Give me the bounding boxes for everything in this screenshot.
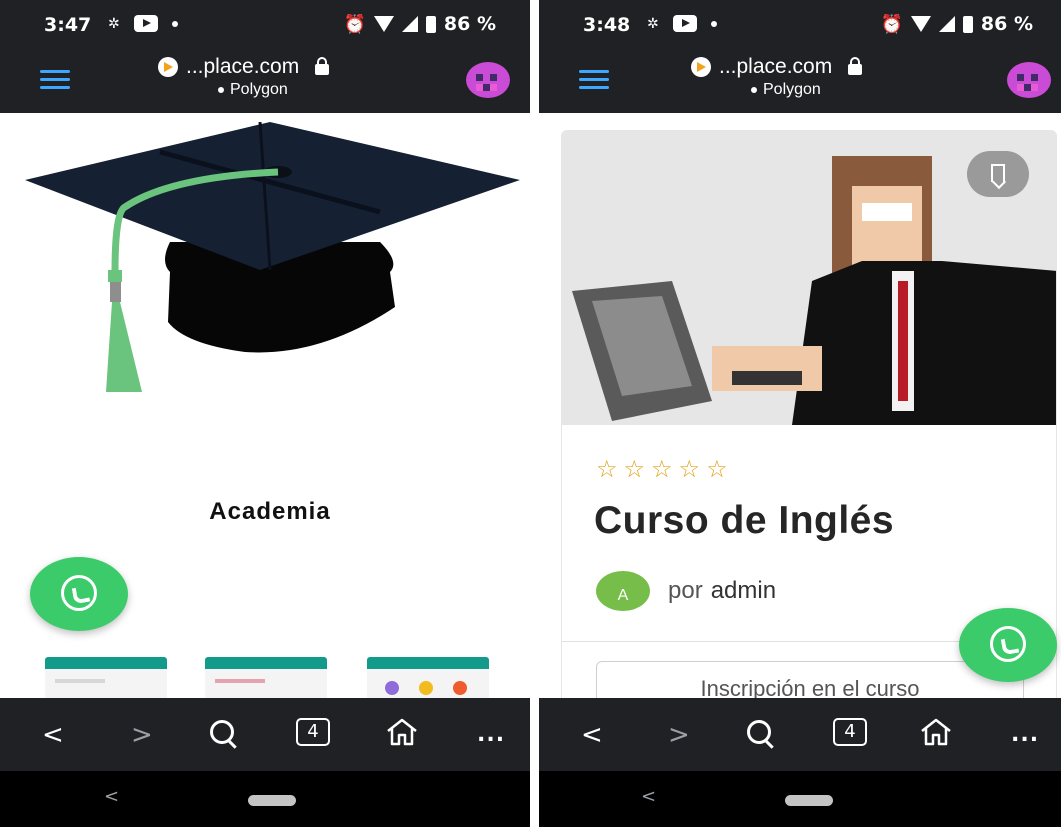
lock-icon bbox=[315, 56, 330, 75]
menu-icon[interactable] bbox=[40, 70, 70, 90]
whatsapp-icon bbox=[61, 575, 97, 611]
fan-icon: ✲ bbox=[647, 15, 659, 32]
system-home-button[interactable] bbox=[248, 795, 296, 806]
author-prefix: por bbox=[668, 577, 703, 604]
network-dot-icon bbox=[218, 87, 224, 93]
whatsapp-icon bbox=[990, 626, 1026, 662]
battery-icon bbox=[425, 15, 436, 33]
avatar-icon[interactable] bbox=[466, 62, 510, 98]
tabs-button[interactable]: 4 bbox=[833, 718, 867, 746]
status-system-icons: ⏰ 86 % bbox=[343, 13, 496, 35]
more-menu-button[interactable]: ... bbox=[477, 722, 505, 747]
more-menu-button[interactable]: ... bbox=[1011, 722, 1039, 747]
status-notification-icons: ✲ bbox=[108, 15, 178, 32]
brave-icon bbox=[158, 57, 178, 77]
app-preview-thumbnail[interactable] bbox=[205, 657, 327, 698]
browser-bottom-toolbar: < > 4 ... bbox=[539, 698, 1061, 771]
avatar-icon[interactable] bbox=[1007, 62, 1051, 98]
browser-bottom-toolbar: < > 4 ... bbox=[0, 698, 530, 771]
course-title[interactable]: Curso de Inglés bbox=[594, 499, 894, 543]
brave-icon bbox=[691, 57, 711, 77]
app-preview-thumbnail[interactable] bbox=[367, 657, 489, 698]
address-bar[interactable]: ...place.com Polygon bbox=[158, 55, 398, 99]
back-button[interactable]: < bbox=[581, 720, 603, 750]
wifi-icon bbox=[373, 16, 394, 32]
star-icon: ☆ bbox=[623, 455, 646, 483]
back-button[interactable]: < bbox=[42, 720, 64, 750]
battery-percent: 86 % bbox=[443, 13, 496, 35]
graduation-cap-image bbox=[25, 122, 520, 392]
star-icon: ☆ bbox=[706, 455, 728, 483]
whatsapp-button[interactable] bbox=[959, 608, 1057, 682]
bookmark-icon bbox=[991, 164, 1005, 182]
dot-icon bbox=[710, 20, 717, 27]
star-icon: ☆ bbox=[596, 455, 618, 483]
forward-button[interactable]: > bbox=[131, 720, 153, 750]
system-home-button[interactable] bbox=[785, 795, 833, 806]
forward-button[interactable]: > bbox=[668, 720, 690, 750]
dot-icon bbox=[171, 20, 178, 27]
lock-icon bbox=[848, 56, 863, 75]
bookmark-button[interactable] bbox=[967, 151, 1029, 197]
screenshot-divider bbox=[530, 0, 539, 827]
address-host: ...place.com bbox=[719, 55, 833, 78]
rating-stars: ☆ ☆ ☆ ☆ ☆ bbox=[596, 457, 728, 481]
alarm-icon: ⏰ bbox=[880, 13, 903, 35]
app-preview-thumbnail[interactable] bbox=[45, 657, 167, 698]
address-bar[interactable]: ...place.com Polygon bbox=[691, 55, 931, 99]
system-back-button[interactable]: < bbox=[641, 786, 656, 807]
android-nav-bar: < bbox=[539, 771, 1061, 827]
android-nav-bar: < bbox=[0, 771, 530, 827]
network-dot-icon bbox=[751, 87, 757, 93]
home-icon[interactable] bbox=[919, 717, 953, 747]
search-icon[interactable] bbox=[210, 720, 234, 744]
star-icon: ☆ bbox=[651, 455, 673, 483]
status-time: 3:48 bbox=[583, 14, 631, 36]
author-name[interactable]: admin bbox=[711, 577, 776, 604]
address-host: ...place.com bbox=[186, 55, 300, 78]
menu-icon[interactable] bbox=[579, 70, 609, 90]
battery-icon bbox=[962, 15, 973, 33]
course-author: A por admin bbox=[596, 571, 776, 611]
youtube-icon bbox=[133, 15, 158, 32]
browser-topbar: 3:48 ✲ ⏰ 86 % ...place.com Polygon bbox=[539, 0, 1061, 113]
wifi-icon bbox=[910, 16, 931, 32]
browser-topbar: 3:47 ✲ ⏰ 86 % ...place.com Polygon bbox=[0, 0, 530, 113]
youtube-icon bbox=[672, 15, 697, 32]
status-notification-icons: ✲ bbox=[647, 15, 717, 32]
tabs-button[interactable]: 4 bbox=[296, 718, 330, 746]
signal-icon bbox=[938, 16, 955, 32]
address-network: Polygon bbox=[763, 81, 821, 98]
whatsapp-button[interactable] bbox=[30, 557, 128, 631]
address-network: Polygon bbox=[230, 81, 288, 98]
status-time: 3:47 bbox=[44, 14, 92, 36]
fan-icon: ✲ bbox=[108, 15, 120, 32]
page-title: Academia bbox=[209, 498, 331, 525]
battery-percent: 86 % bbox=[980, 13, 1033, 35]
star-icon: ☆ bbox=[678, 455, 701, 483]
phone-screen-right: 3:48 ✲ ⏰ 86 % ...place.com Polygon ☆ ☆ ☆… bbox=[539, 0, 1061, 827]
status-system-icons: ⏰ 86 % bbox=[880, 13, 1033, 35]
signal-icon bbox=[401, 16, 418, 32]
search-icon[interactable] bbox=[747, 720, 771, 744]
phone-screen-left: 3:47 ✲ ⏰ 86 % ...place.com Polygon Acade… bbox=[0, 0, 530, 827]
home-icon[interactable] bbox=[385, 717, 419, 747]
system-back-button[interactable]: < bbox=[104, 786, 119, 807]
alarm-icon: ⏰ bbox=[343, 13, 366, 35]
author-avatar: A bbox=[596, 571, 650, 611]
